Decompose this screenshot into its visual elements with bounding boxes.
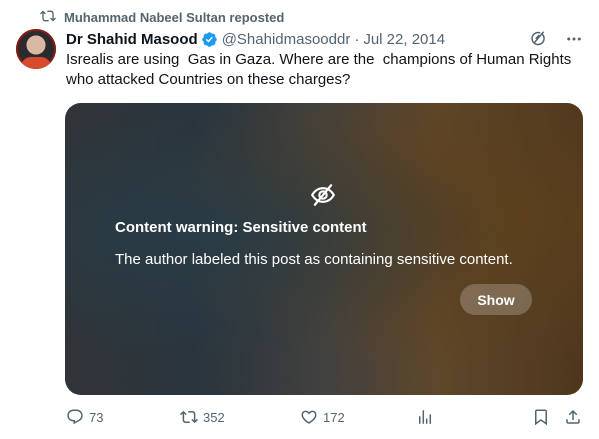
avatar[interactable] [16, 29, 56, 69]
repost-button[interactable]: 352 [180, 406, 225, 428]
heart-icon [300, 408, 318, 426]
action-bar: 73 352 172 [64, 406, 586, 428]
bookmark-button[interactable] [532, 406, 550, 428]
share-button[interactable] [564, 406, 582, 428]
repost-icon [40, 8, 56, 27]
like-count: 172 [323, 409, 345, 425]
reply-count: 73 [89, 409, 104, 425]
content-warning-text: The author labeled this post as containi… [115, 251, 513, 268]
content-warning-title: Content warning: Sensitive content [115, 219, 367, 236]
post-header: Dr Shahid Masood @Shahidmasooddr · Jul 2… [66, 29, 583, 49]
reply-button[interactable]: 73 [66, 406, 103, 428]
sensitive-media[interactable]: Content warning: Sensitive content The a… [65, 103, 583, 395]
repost-count: 352 [203, 409, 225, 425]
repost-label[interactable]: Muhammad Nabeel Sultan reposted [64, 10, 284, 25]
bookmark-icon [532, 408, 550, 426]
post[interactable]: Muhammad Nabeel Sultan reposted Dr Shahi… [0, 0, 599, 439]
separator-dot: · [354, 30, 360, 48]
share-icon [564, 408, 582, 426]
like-button[interactable]: 172 [300, 406, 345, 428]
more-options-icon[interactable] [565, 30, 583, 48]
post-date[interactable]: Jul 22, 2014 [363, 31, 445, 48]
post-text: Isrealis are using Gas in Gaza. Where ar… [66, 51, 576, 88]
eye-slash-icon [310, 182, 336, 208]
author-handle[interactable]: @Shahidmasooddr [222, 31, 351, 48]
repost-context: Muhammad Nabeel Sultan reposted [40, 8, 284, 26]
show-button[interactable]: Show [460, 284, 532, 315]
verified-badge-icon [201, 31, 217, 47]
views-button[interactable] [416, 406, 434, 428]
analytics-icon [416, 408, 434, 426]
grok-icon[interactable] [529, 30, 547, 48]
retweet-icon [180, 408, 198, 426]
author-name[interactable]: Dr Shahid Masood [66, 31, 198, 48]
reply-icon [66, 408, 84, 426]
